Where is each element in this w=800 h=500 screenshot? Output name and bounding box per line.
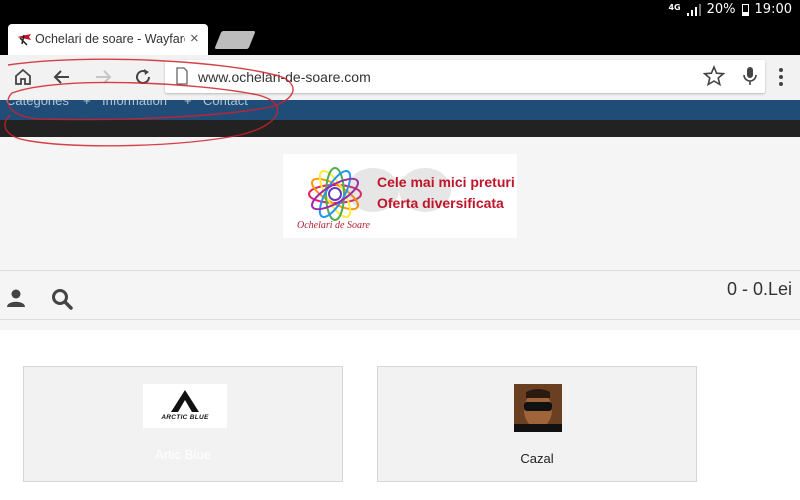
- tab-active[interactable]: Ochelari de soare - Wayfarer ×: [8, 24, 208, 55]
- page-icon: [176, 67, 188, 85]
- arctic-blue-mountain-icon: [171, 390, 199, 412]
- nav-item-information[interactable]: Information: [102, 100, 167, 108]
- battery-icon: [741, 3, 749, 16]
- sunglasses-watermark-icon: [347, 168, 451, 212]
- status-bar: 4G 20% 19:00: [0, 0, 800, 22]
- browser-toolbar: www.ochelari-de-soare.com: [0, 55, 800, 100]
- site-nav-bar: Categories + Information + Contact: [0, 100, 800, 120]
- clock: 19:00: [754, 2, 792, 17]
- cazal-photo: [514, 384, 562, 432]
- site-header: Cele mai mici preturi Oferta diversifica…: [0, 137, 800, 270]
- more-menu-icon[interactable]: [771, 64, 791, 90]
- site-favicon-icon: [17, 34, 31, 46]
- nav-item-contact[interactable]: Contact: [203, 100, 248, 108]
- account-bar: 0 - 0.Lei: [0, 270, 800, 320]
- forward-icon[interactable]: [89, 63, 117, 91]
- url-text[interactable]: www.ochelari-de-soare.com: [198, 69, 371, 85]
- brand-card-cazal[interactable]: Cazal: [377, 366, 697, 482]
- back-icon[interactable]: [48, 63, 76, 91]
- tab-close-icon[interactable]: ×: [190, 30, 199, 47]
- site-logo[interactable]: Cele mai mici preturi Oferta diversifica…: [283, 154, 517, 238]
- logo-slogan-line2: Oferta diversificata: [377, 195, 504, 211]
- nav-item-categories[interactable]: Categories: [6, 100, 69, 108]
- tab-strip: Ochelari de soare - Wayfarer ×: [0, 22, 800, 55]
- bookmark-star-icon[interactable]: [703, 65, 725, 87]
- search-icon[interactable]: [51, 288, 73, 310]
- cart-summary[interactable]: 0 - 0.Lei: [727, 279, 792, 300]
- home-icon[interactable]: [9, 63, 37, 91]
- arctic-blue-logo-text: ARCTIC BLUE: [161, 414, 209, 421]
- brands-panel: ARCTIC BLUE Artic Blue Cazal: [0, 330, 800, 500]
- brand-label[interactable]: Cazal: [378, 451, 696, 466]
- brand-label[interactable]: Artic Blue: [24, 447, 342, 462]
- tab-title: Ochelari de soare - Wayfarer: [35, 32, 185, 46]
- address-bar[interactable]: www.ochelari-de-soare.com: [165, 60, 765, 93]
- logo-slogan-line1: Cele mai mici preturi: [377, 174, 515, 190]
- logo-name: Ochelari de Soare: [297, 220, 370, 231]
- signal-icon: [686, 3, 701, 16]
- main-content: ARCTIC BLUE Artic Blue Cazal: [0, 320, 800, 500]
- network-type: 4G: [668, 2, 681, 12]
- person-sunglasses-photo-icon: [514, 384, 562, 432]
- nav-separator: +: [184, 100, 192, 108]
- microphone-icon[interactable]: [739, 65, 761, 87]
- reload-icon[interactable]: [129, 63, 157, 91]
- brand-card-artic-blue[interactable]: ARCTIC BLUE Artic Blue: [23, 366, 343, 482]
- status-indicators: 4G 20% 19:00: [668, 2, 792, 17]
- arctic-blue-logo: ARCTIC BLUE: [143, 384, 227, 428]
- user-icon[interactable]: [6, 288, 26, 308]
- new-tab-button[interactable]: [214, 31, 256, 49]
- nav-underbar: [0, 120, 800, 137]
- nav-separator: +: [83, 100, 91, 108]
- battery-percent: 20%: [706, 2, 736, 17]
